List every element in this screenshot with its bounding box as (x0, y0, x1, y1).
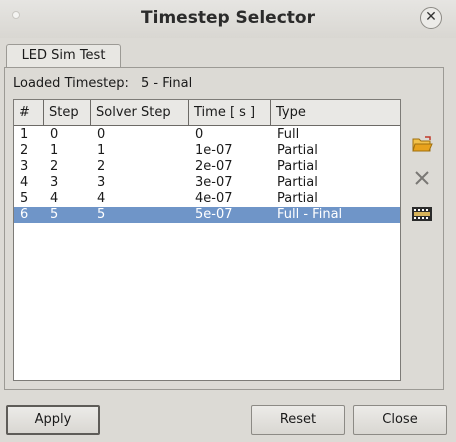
cell-time: 3e-07 (195, 175, 233, 190)
timestep-table: # Step Solver Step Time [ s ] Type 1000F… (13, 99, 401, 381)
table-row[interactable]: 4 3 3 3e-07 Partial (14, 175, 400, 191)
cell-index: 6 (20, 207, 29, 222)
folder-open-icon[interactable] (410, 133, 434, 155)
cell-index: 3 (20, 159, 29, 174)
cell-step: 0 (50, 127, 59, 142)
cell-solver-step: 2 (97, 159, 106, 174)
cell-solver-step: 0 (97, 127, 106, 142)
table-header: # Step Solver Step Time [ s ] Type (14, 100, 400, 126)
cell-time: 2e-07 (195, 159, 233, 174)
cell-time: 1e-07 (195, 143, 233, 158)
table-row[interactable]: 5 4 4 4e-07 Partial (14, 191, 400, 207)
apply-button[interactable]: Apply (6, 405, 100, 435)
cell-type: Full - Final (277, 207, 343, 222)
cell-time: 4e-07 (195, 191, 233, 206)
cell-time: 5e-07 (195, 207, 233, 222)
reset-button[interactable]: Reset (251, 405, 345, 435)
cell-index: 2 (20, 143, 29, 158)
cell-step: 1 (50, 143, 59, 158)
title-bar: Timestep Selector ✕ (0, 0, 456, 38)
cell-type: Partial (277, 159, 318, 174)
cell-time: 0 (195, 127, 204, 142)
column-header-index[interactable]: # (14, 100, 44, 126)
cell-step: 5 (50, 207, 59, 222)
cell-index: 1 (20, 127, 29, 142)
column-header-type[interactable]: Type (271, 100, 400, 126)
column-header-step[interactable]: Step (44, 100, 91, 126)
cell-step: 2 (50, 159, 59, 174)
cell-index: 4 (20, 175, 29, 190)
table-row[interactable]: 6 5 5 5e-07 Full - Final (14, 207, 400, 223)
cell-solver-step: 4 (97, 191, 106, 206)
cell-solver-step: 3 (97, 175, 106, 190)
cell-index: 5 (20, 191, 29, 206)
loaded-timestep-label: Loaded Timestep: (13, 76, 129, 91)
cell-type: Partial (277, 143, 318, 158)
loaded-timestep: Loaded Timestep: 5 - Final (13, 76, 192, 91)
cell-solver-step: 5 (97, 207, 106, 222)
cell-type: Full (277, 127, 300, 142)
table-row[interactable]: 1 0 0 0 Full (14, 127, 400, 143)
close-button[interactable]: Close (353, 405, 447, 435)
column-header-time[interactable]: Time [ s ] (189, 100, 271, 126)
tab-led-sim-test[interactable]: LED Sim Test (6, 44, 121, 68)
cell-step: 4 (50, 191, 59, 206)
close-window-button[interactable]: ✕ (420, 7, 442, 29)
delete-icon[interactable] (410, 167, 434, 189)
table-row[interactable]: 2 1 1 1e-07 Partial (14, 143, 400, 159)
film-icon[interactable] (410, 203, 434, 225)
window-title: Timestep Selector (141, 8, 315, 28)
cell-type: Partial (277, 175, 318, 190)
cell-step: 3 (50, 175, 59, 190)
cell-solver-step: 1 (97, 143, 106, 158)
loaded-timestep-value: 5 - Final (141, 76, 193, 91)
table-row[interactable]: 3 2 2 2e-07 Partial (14, 159, 400, 175)
cell-type: Partial (277, 191, 318, 206)
column-header-solver-step[interactable]: Solver Step (91, 100, 189, 126)
